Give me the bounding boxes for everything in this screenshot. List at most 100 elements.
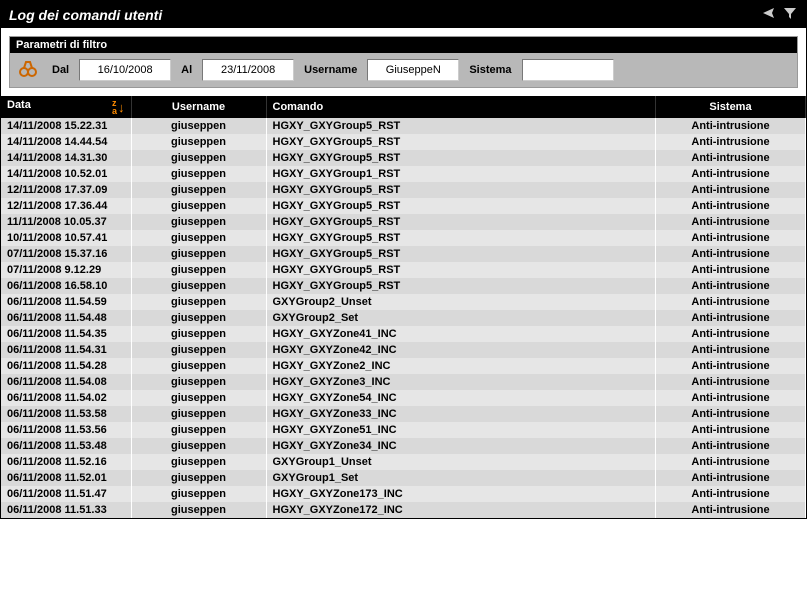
cell-username: giuseppen: [131, 230, 266, 246]
cell-sistema: Anti-intrusione: [656, 390, 806, 406]
send-icon[interactable]: [762, 5, 778, 24]
table-row[interactable]: 06/11/2008 11.54.08giuseppenHGXY_GXYZone…: [1, 374, 806, 390]
cell-sistema: Anti-intrusione: [656, 166, 806, 182]
table-row[interactable]: 14/11/2008 15.22.31giuseppenHGXY_GXYGrou…: [1, 118, 806, 134]
table-row[interactable]: 06/11/2008 16.58.10giuseppenHGXY_GXYGrou…: [1, 278, 806, 294]
search-icon[interactable]: [18, 60, 38, 81]
cell-sistema: Anti-intrusione: [656, 374, 806, 390]
table-row[interactable]: 06/11/2008 11.51.33giuseppenHGXY_GXYZone…: [1, 502, 806, 518]
al-label: Al: [175, 64, 198, 76]
table-row[interactable]: 06/11/2008 11.52.01giuseppenGXYGroup1_Se…: [1, 470, 806, 486]
cell-comando: HGXY_GXYZone41_INC: [266, 326, 656, 342]
cell-username: giuseppen: [131, 390, 266, 406]
cell-data: 06/11/2008 11.53.56: [1, 422, 131, 438]
cell-comando: GXYGroup1_Set: [266, 470, 656, 486]
cell-sistema: Anti-intrusione: [656, 134, 806, 150]
cell-data: 06/11/2008 11.54.31: [1, 342, 131, 358]
table-row[interactable]: 06/11/2008 11.54.59giuseppenGXYGroup2_Un…: [1, 294, 806, 310]
cell-sistema: Anti-intrusione: [656, 486, 806, 502]
cell-data: 06/11/2008 16.58.10: [1, 278, 131, 294]
cell-username: giuseppen: [131, 374, 266, 390]
cell-data: 07/11/2008 15.37.16: [1, 246, 131, 262]
table-row[interactable]: 14/11/2008 14.44.54giuseppenHGXY_GXYGrou…: [1, 134, 806, 150]
filter-panel-body: Dal Al Username Sistema: [10, 53, 797, 87]
filter-toggle-icon[interactable]: [782, 5, 798, 24]
cell-data: 14/11/2008 14.44.54: [1, 134, 131, 150]
cell-comando: HGXY_GXYZone51_INC: [266, 422, 656, 438]
username-label: Username: [298, 64, 363, 76]
cell-data: 06/11/2008 11.54.59: [1, 294, 131, 310]
cell-sistema: Anti-intrusione: [656, 262, 806, 278]
sistema-input[interactable]: [522, 59, 614, 81]
table-row[interactable]: 11/11/2008 10.05.37giuseppenHGXY_GXYGrou…: [1, 214, 806, 230]
table-row[interactable]: 10/11/2008 10.57.41giuseppenHGXY_GXYGrou…: [1, 230, 806, 246]
cell-sistema: Anti-intrusione: [656, 470, 806, 486]
cell-username: giuseppen: [131, 278, 266, 294]
col-header-comando[interactable]: Comando: [266, 96, 656, 118]
cell-data: 14/11/2008 10.52.01: [1, 166, 131, 182]
cell-sistema: Anti-intrusione: [656, 214, 806, 230]
table-row[interactable]: 06/11/2008 11.54.48giuseppenGXYGroup2_Se…: [1, 310, 806, 326]
table-row[interactable]: 14/11/2008 14.31.30giuseppenHGXY_GXYGrou…: [1, 150, 806, 166]
table-row[interactable]: 06/11/2008 11.54.35giuseppenHGXY_GXYZone…: [1, 326, 806, 342]
col-header-data[interactable]: Data za↓: [1, 96, 131, 118]
cell-username: giuseppen: [131, 438, 266, 454]
table-row[interactable]: 12/11/2008 17.37.09giuseppenHGXY_GXYGrou…: [1, 182, 806, 198]
cell-username: giuseppen: [131, 502, 266, 518]
cell-data: 06/11/2008 11.51.47: [1, 486, 131, 502]
cell-data: 06/11/2008 11.53.58: [1, 406, 131, 422]
cell-comando: GXYGroup1_Unset: [266, 454, 656, 470]
table-header-row: Data za↓ Username Comando Sistema: [1, 96, 806, 118]
table-row[interactable]: 07/11/2008 9.12.29giuseppenHGXY_GXYGroup…: [1, 262, 806, 278]
cell-sistema: Anti-intrusione: [656, 326, 806, 342]
table-row[interactable]: 06/11/2008 11.52.16giuseppenGXYGroup1_Un…: [1, 454, 806, 470]
sistema-label: Sistema: [463, 64, 517, 76]
table-row[interactable]: 07/11/2008 15.37.16giuseppenHGXY_GXYGrou…: [1, 246, 806, 262]
table-row[interactable]: 06/11/2008 11.53.58giuseppenHGXY_GXYZone…: [1, 406, 806, 422]
cell-comando: HGXY_GXYGroup5_RST: [266, 198, 656, 214]
filter-panel-header: Parametri di filtro: [10, 37, 797, 53]
cell-comando: HGXY_GXYGroup5_RST: [266, 134, 656, 150]
table-row[interactable]: 06/11/2008 11.54.31giuseppenHGXY_GXYZone…: [1, 342, 806, 358]
window: Log dei comandi utenti Parametri di filt…: [0, 0, 807, 519]
cell-data: 06/11/2008 11.51.33: [1, 502, 131, 518]
username-input[interactable]: [367, 59, 459, 81]
cell-comando: HGXY_GXYZone33_INC: [266, 406, 656, 422]
cell-sistema: Anti-intrusione: [656, 198, 806, 214]
col-header-username[interactable]: Username: [131, 96, 266, 118]
table-row[interactable]: 14/11/2008 10.52.01giuseppenHGXY_GXYGrou…: [1, 166, 806, 182]
al-input[interactable]: [202, 59, 294, 81]
col-header-sistema[interactable]: Sistema: [656, 96, 806, 118]
table-row[interactable]: 06/11/2008 11.53.56giuseppenHGXY_GXYZone…: [1, 422, 806, 438]
cell-comando: HGXY_GXYZone173_INC: [266, 486, 656, 502]
cell-sistema: Anti-intrusione: [656, 358, 806, 374]
cell-username: giuseppen: [131, 454, 266, 470]
cell-comando: HGXY_GXYZone34_INC: [266, 438, 656, 454]
table-row[interactable]: 06/11/2008 11.54.02giuseppenHGXY_GXYZone…: [1, 390, 806, 406]
filter-panel: Parametri di filtro Dal Al Username Sist…: [9, 36, 798, 88]
table-row[interactable]: 12/11/2008 17.36.44giuseppenHGXY_GXYGrou…: [1, 198, 806, 214]
cell-sistema: Anti-intrusione: [656, 182, 806, 198]
table-row[interactable]: 06/11/2008 11.53.48giuseppenHGXY_GXYZone…: [1, 438, 806, 454]
cell-comando: GXYGroup2_Set: [266, 310, 656, 326]
cell-comando: HGXY_GXYGroup5_RST: [266, 214, 656, 230]
cell-data: 14/11/2008 14.31.30: [1, 150, 131, 166]
cell-username: giuseppen: [131, 198, 266, 214]
table-row[interactable]: 06/11/2008 11.54.28giuseppenHGXY_GXYZone…: [1, 358, 806, 374]
cell-username: giuseppen: [131, 310, 266, 326]
cell-username: giuseppen: [131, 134, 266, 150]
cell-username: giuseppen: [131, 406, 266, 422]
cell-comando: HGXY_GXYZone172_INC: [266, 502, 656, 518]
cell-sistema: Anti-intrusione: [656, 422, 806, 438]
dal-input[interactable]: [79, 59, 171, 81]
cell-sistema: Anti-intrusione: [656, 406, 806, 422]
cell-data: 12/11/2008 17.36.44: [1, 198, 131, 214]
cell-comando: HGXY_GXYGroup5_RST: [266, 150, 656, 166]
log-table: Data za↓ Username Comando Sistema 14/11/…: [1, 96, 806, 518]
table-row[interactable]: 06/11/2008 11.51.47giuseppenHGXY_GXYZone…: [1, 486, 806, 502]
cell-sistema: Anti-intrusione: [656, 278, 806, 294]
cell-sistema: Anti-intrusione: [656, 246, 806, 262]
cell-data: 11/11/2008 10.05.37: [1, 214, 131, 230]
cell-sistema: Anti-intrusione: [656, 294, 806, 310]
cell-data: 12/11/2008 17.37.09: [1, 182, 131, 198]
